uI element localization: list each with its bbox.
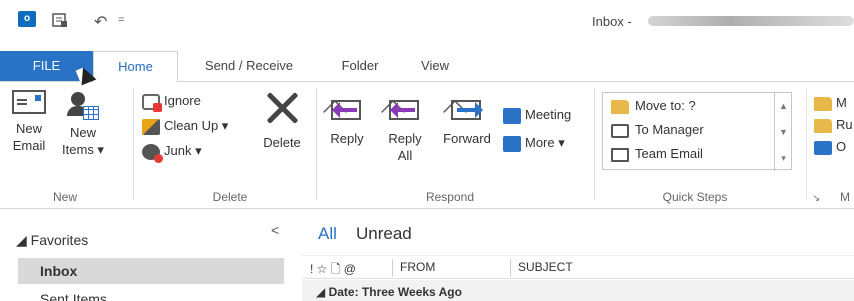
filter-unread[interactable]: Unread <box>356 224 412 244</box>
group-label-move: M <box>840 190 850 204</box>
ignore-label: Ignore <box>164 93 201 108</box>
column-headers: ! ☆ 🗋 @ FROM SUBJECT <box>302 255 854 279</box>
reply-all-label-2: All <box>397 148 413 163</box>
ignore-button[interactable]: Ignore <box>142 90 201 112</box>
delete-x-icon <box>264 90 300 126</box>
new-email-label-2: Email <box>12 138 46 153</box>
message-list: All Unread ! ☆ 🗋 @ FROM SUBJECT ◢ Date: … <box>300 210 854 301</box>
meeting-label: Meeting <box>525 107 572 122</box>
rules-icon <box>814 118 832 133</box>
forward-label: Forward <box>443 131 491 146</box>
forward-button[interactable]: Forward <box>438 90 496 147</box>
group-label-quick-steps: Quick Steps <box>662 190 728 204</box>
new-items-label-2: Items ▾ <box>62 142 104 157</box>
quick-step-team-email[interactable]: Team Email <box>611 143 703 165</box>
new-items-icon <box>65 90 101 124</box>
folder-icon <box>611 99 629 114</box>
forward-mail-icon <box>611 123 629 138</box>
clean-up-label: Clean Up ▾ <box>164 118 229 133</box>
new-items-label-1: New <box>69 125 96 140</box>
onenote-button[interactable]: O <box>814 136 853 158</box>
delete-button[interactable]: Delete <box>255 90 309 151</box>
title-bar: o ↶ = Inbox - <box>0 0 854 42</box>
new-email-button[interactable]: New Email <box>6 90 52 154</box>
quick-steps-dialog-launcher-icon[interactable]: ↘ <box>812 193 820 204</box>
column-divider <box>510 259 511 277</box>
clean-up-button[interactable]: Clean Up ▾ <box>142 115 228 137</box>
folder-pane: < ◢ Favorites Inbox Sent Items <box>0 210 300 301</box>
meeting-button[interactable]: Meeting <box>503 104 571 126</box>
rules-button[interactable]: Ru <box>814 114 853 136</box>
reply-icon <box>327 90 367 124</box>
group-label-delete: Delete <box>212 190 248 204</box>
group-label-respond: Respond <box>425 190 475 204</box>
column-from-header[interactable]: FROM <box>400 260 435 274</box>
tab-view[interactable]: View <box>405 51 465 81</box>
tab-folder[interactable]: Folder <box>325 51 395 81</box>
ribbon-separator <box>316 88 317 200</box>
quick-step-move-to[interactable]: Move to: ? <box>611 95 696 117</box>
column-subject-header[interactable]: SUBJECT <box>518 260 573 274</box>
ribbon: New Email New Items ▾ New Ignore Clean U… <box>0 81 854 209</box>
reply-button[interactable]: Reply <box>325 90 369 147</box>
ribbon-separator <box>133 88 134 200</box>
send-receive-all-folders-icon[interactable] <box>52 12 68 31</box>
junk-button[interactable]: Junk ▾ <box>142 140 202 163</box>
tab-home[interactable]: Home <box>93 51 178 82</box>
quick-step-to-manager[interactable]: To Manager <box>611 119 704 141</box>
onenote-icon <box>814 140 832 155</box>
rules-label: Ru <box>836 117 853 132</box>
more-respond-label: More ▾ <box>525 135 565 150</box>
reply-all-label-1: Reply <box>388 131 422 146</box>
collapse-folder-pane-icon[interactable]: < <box>271 222 279 238</box>
reply-all-button[interactable]: Reply All <box>381 90 429 164</box>
new-email-label-1: New <box>15 121 42 136</box>
team-email-label: Team Email <box>635 146 703 161</box>
ribbon-tabs: FILE Home Send / Receive Folder View <box>0 51 854 82</box>
to-manager-label: To Manager <box>635 122 704 137</box>
window-title: Inbox - <box>592 14 632 29</box>
date-group-header[interactable]: ◢ Date: Three Weeks Ago <box>302 280 854 301</box>
clean-up-icon <box>142 118 160 135</box>
junk-icon <box>142 143 163 163</box>
gallery-scroll-down-icon[interactable]: ▼ <box>774 119 792 145</box>
junk-label: Junk ▾ <box>164 143 202 158</box>
forward-icon <box>447 90 487 124</box>
folder-item-sent-items[interactable]: Sent Items <box>18 286 284 301</box>
column-divider <box>392 259 393 277</box>
ribbon-separator <box>806 88 807 200</box>
column-icons-header[interactable]: ! ☆ 🗋 @ <box>310 260 356 281</box>
reply-label: Reply <box>330 131 364 146</box>
customize-quick-access-icon[interactable]: = <box>118 14 124 26</box>
outlook-logo-icon: o <box>18 11 36 27</box>
undo-icon[interactable]: ↶ <box>94 12 107 32</box>
filter-all[interactable]: All <box>318 224 337 244</box>
tab-send-receive[interactable]: Send / Receive <box>180 51 318 81</box>
move-button[interactable]: M <box>814 92 853 114</box>
favorites-header[interactable]: ◢ Favorites <box>16 232 88 249</box>
move-folder-icon <box>814 96 832 111</box>
move-to-label: Move to: ? <box>635 98 696 113</box>
group-label-new: New <box>52 190 77 204</box>
reply-all-icon <box>385 90 425 124</box>
onenote-label: O <box>836 139 847 154</box>
redacted-account-name <box>648 16 854 26</box>
new-email-icon <box>12 90 46 114</box>
gallery-scroll-up-icon[interactable]: ▲ <box>774 93 792 119</box>
new-items-button[interactable]: New Items ▾ <box>58 90 108 158</box>
more-respond-icon <box>503 135 521 152</box>
team-email-icon <box>611 147 629 162</box>
delete-label: Delete <box>263 135 301 150</box>
meeting-icon <box>503 107 521 124</box>
folder-item-inbox[interactable]: Inbox <box>18 258 284 284</box>
more-respond-button[interactable]: More ▾ <box>503 132 565 154</box>
ribbon-separator <box>594 88 595 200</box>
move-label: M <box>836 95 847 110</box>
gallery-expand-icon[interactable]: ▾ <box>774 145 792 171</box>
quick-steps-gallery: Move to: ? To Manager Team Email ▲ ▼ ▾ <box>602 92 792 171</box>
move-group-clipped: M Ru O <box>814 92 853 158</box>
ignore-icon <box>142 93 162 112</box>
